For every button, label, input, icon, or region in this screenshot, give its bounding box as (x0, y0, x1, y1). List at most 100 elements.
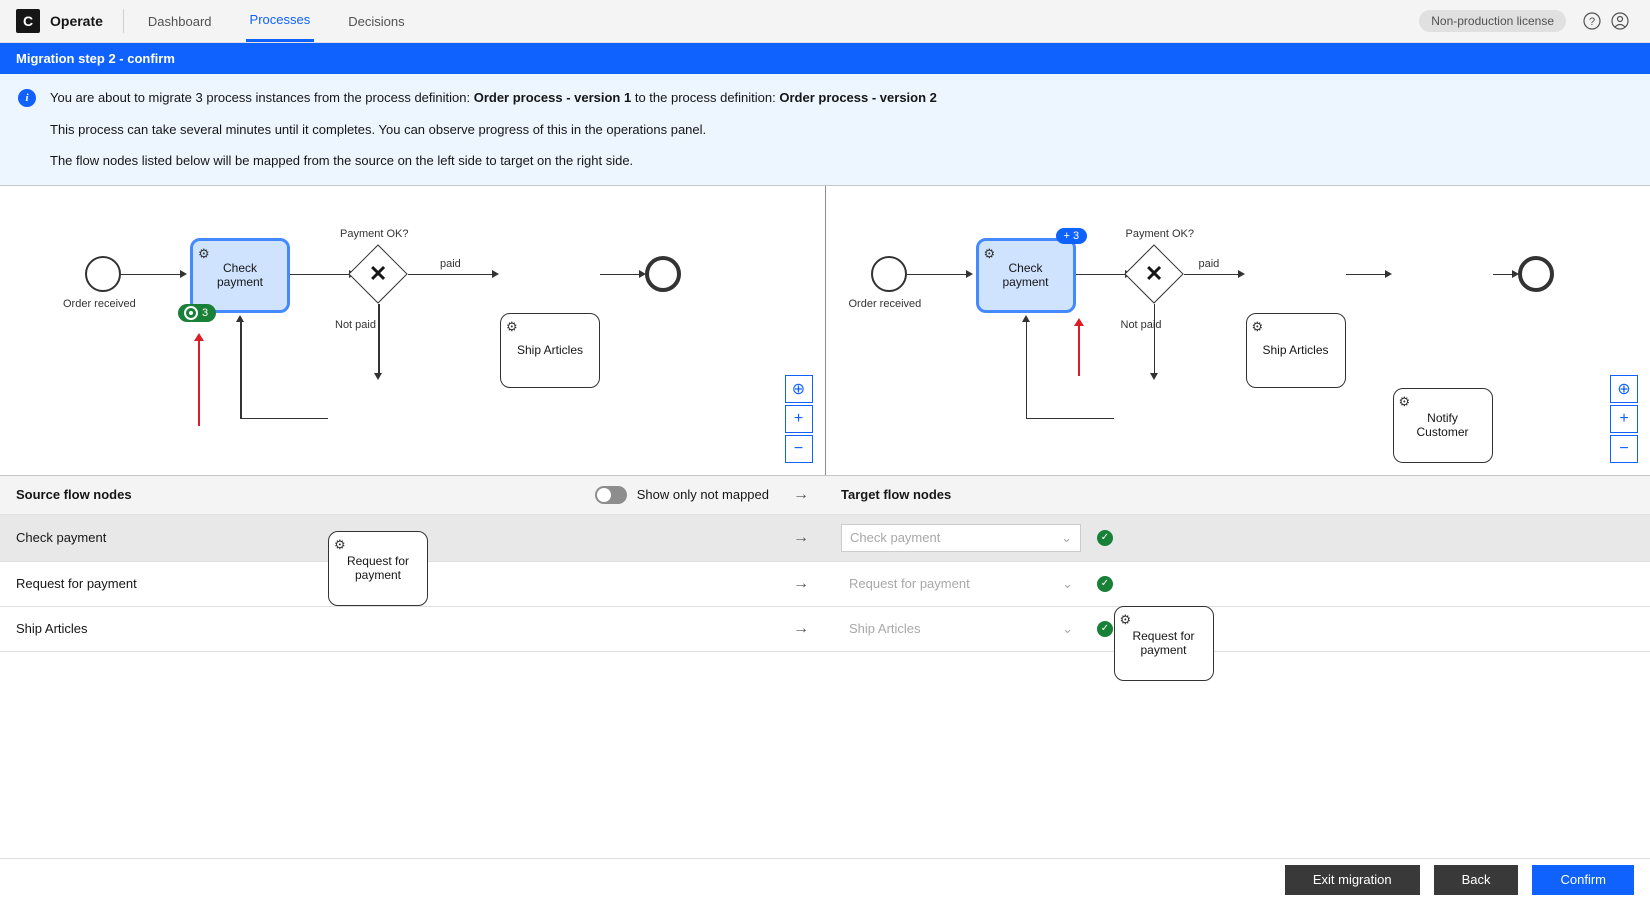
chevron-down-icon: ⌄ (1062, 576, 1073, 592)
user-icon[interactable] (1606, 7, 1634, 35)
gateway-label: Payment OK? (340, 228, 408, 240)
arrow-right-icon: → (793, 620, 809, 638)
target-node-select[interactable]: Request for payment ⌄ (841, 571, 1081, 597)
connector (1346, 274, 1386, 276)
connector (378, 304, 380, 374)
app-name: Operate (50, 13, 103, 29)
connector (907, 274, 967, 276)
reset-view-button[interactable]: ⊕ (785, 375, 813, 403)
zoom-in-button[interactable]: + (1610, 405, 1638, 433)
gateway: ✕ (1124, 244, 1183, 303)
mapping-header: Source flow nodes Show only not mapped →… (0, 476, 1650, 515)
task-label: Ship Articles (1262, 343, 1328, 357)
mapping-row: Check payment → Check payment ⌄ ✓ (0, 515, 1650, 562)
gear-icon: ⚙ (506, 319, 518, 335)
nav-dashboard[interactable]: Dashboard (144, 2, 216, 41)
license-pill: Non-production license (1419, 10, 1566, 32)
connector (121, 274, 181, 276)
annotation-arrow (198, 341, 200, 426)
connector (1076, 274, 1126, 276)
start-event (871, 256, 907, 292)
chevron-down-icon: ⌄ (1061, 530, 1072, 546)
exit-migration-button[interactable]: Exit migration (1285, 865, 1420, 895)
connector (240, 321, 242, 418)
source-node-label: Request for payment (16, 576, 137, 591)
annotation-arrow (1078, 326, 1080, 376)
instance-count-badge: 3 (178, 304, 216, 322)
connector (1184, 274, 1239, 276)
connector (290, 274, 350, 276)
zoom-out-button[interactable]: − (785, 435, 813, 463)
connector (1154, 304, 1156, 374)
connector (1026, 418, 1114, 420)
task-label: Check payment (199, 261, 281, 289)
arrow-right-icon: → (793, 486, 809, 504)
info-icon: i (18, 89, 36, 107)
task-label: Check payment (985, 261, 1067, 289)
notpaid-label: Not paid (335, 319, 376, 331)
target-flow-nodes-title: Target flow nodes (841, 487, 951, 502)
brand-logo: C (16, 9, 40, 33)
task-request-payment: ⚙ Request for payment (1114, 606, 1214, 681)
task-request-payment: ⚙ Request for payment (328, 531, 428, 606)
mapping-row: Request for payment → Request for paymen… (0, 562, 1650, 607)
chevron-down-icon: ⌄ (1062, 621, 1073, 637)
back-button[interactable]: Back (1434, 865, 1519, 895)
diagram-split: Order received ⚙ Check payment 3 Payment… (0, 186, 1650, 476)
paid-label: paid (440, 258, 461, 270)
gear-icon: ⚙ (1399, 394, 1411, 410)
gear-icon: ⚙ (984, 246, 996, 262)
gateway-label: Payment OK? (1126, 228, 1194, 240)
step-title-bar: Migration step 2 - confirm (0, 43, 1650, 74)
connector (240, 418, 328, 420)
start-event-label: Order received (63, 298, 136, 310)
gateway: ✕ (348, 244, 407, 303)
connector (1026, 321, 1028, 418)
end-event (645, 256, 681, 292)
gear-icon: ⚙ (1252, 319, 1264, 335)
task-check-payment: ⚙ Check payment (190, 238, 290, 313)
app-header: C Operate Dashboard Processes Decisions … (0, 0, 1650, 43)
source-node-label: Check payment (16, 530, 106, 545)
connector (408, 274, 493, 276)
nav-decisions[interactable]: Decisions (344, 2, 408, 41)
task-check-payment: ⚙ Check payment (976, 238, 1076, 313)
task-label: Notify Customer (1400, 411, 1486, 439)
task-ship-articles: ⚙ Ship Articles (500, 313, 600, 388)
show-only-not-mapped-toggle[interactable] (595, 486, 627, 504)
zoom-out-button[interactable]: − (1610, 435, 1638, 463)
footer-actions: Exit migration Back Confirm (0, 858, 1650, 900)
task-label: Request for payment (335, 554, 421, 582)
toggle-label: Show only not mapped (637, 487, 769, 502)
source-flow-nodes-title: Source flow nodes (16, 487, 132, 502)
target-node-select[interactable]: Ship Articles ⌄ (841, 616, 1081, 642)
gear-icon: ⚙ (334, 537, 346, 553)
gear-icon: ⚙ (198, 246, 210, 262)
diagram-controls: ⊕ + − (785, 373, 813, 463)
reset-view-button[interactable]: ⊕ (1610, 375, 1638, 403)
connector (1493, 274, 1513, 276)
task-label: Request for payment (1121, 629, 1207, 657)
target-node-select[interactable]: Check payment ⌄ (841, 524, 1081, 552)
info-target-def: Order process - version 2 (779, 90, 937, 105)
info-line2: This process can take several minutes un… (50, 120, 937, 140)
confirm-button[interactable]: Confirm (1532, 865, 1634, 895)
zoom-in-button[interactable]: + (785, 405, 813, 433)
notpaid-label: Not paid (1121, 319, 1162, 331)
diagram-controls: ⊕ + − (1610, 373, 1638, 463)
gear-icon: ⚙ (1120, 612, 1132, 628)
header-divider (123, 9, 124, 33)
mapped-ok-icon: ✓ (1097, 576, 1113, 592)
target-diagram[interactable]: Order received ⚙ Check payment + 3 Payme… (825, 186, 1650, 475)
start-event-label: Order received (849, 298, 922, 310)
task-label: Ship Articles (517, 343, 583, 357)
info-line1-pre: You are about to migrate 3 process insta… (50, 90, 474, 105)
task-ship-articles: ⚙ Ship Articles (1246, 313, 1346, 388)
nav-processes[interactable]: Processes (246, 0, 315, 42)
added-count-badge: + 3 (1056, 228, 1088, 244)
info-source-def: Order process - version 1 (474, 90, 632, 105)
help-icon[interactable]: ? (1578, 7, 1606, 35)
source-diagram[interactable]: Order received ⚙ Check payment 3 Payment… (0, 186, 825, 475)
info-line3: The flow nodes listed below will be mapp… (50, 151, 937, 171)
info-text: You are about to migrate 3 process insta… (50, 88, 937, 171)
